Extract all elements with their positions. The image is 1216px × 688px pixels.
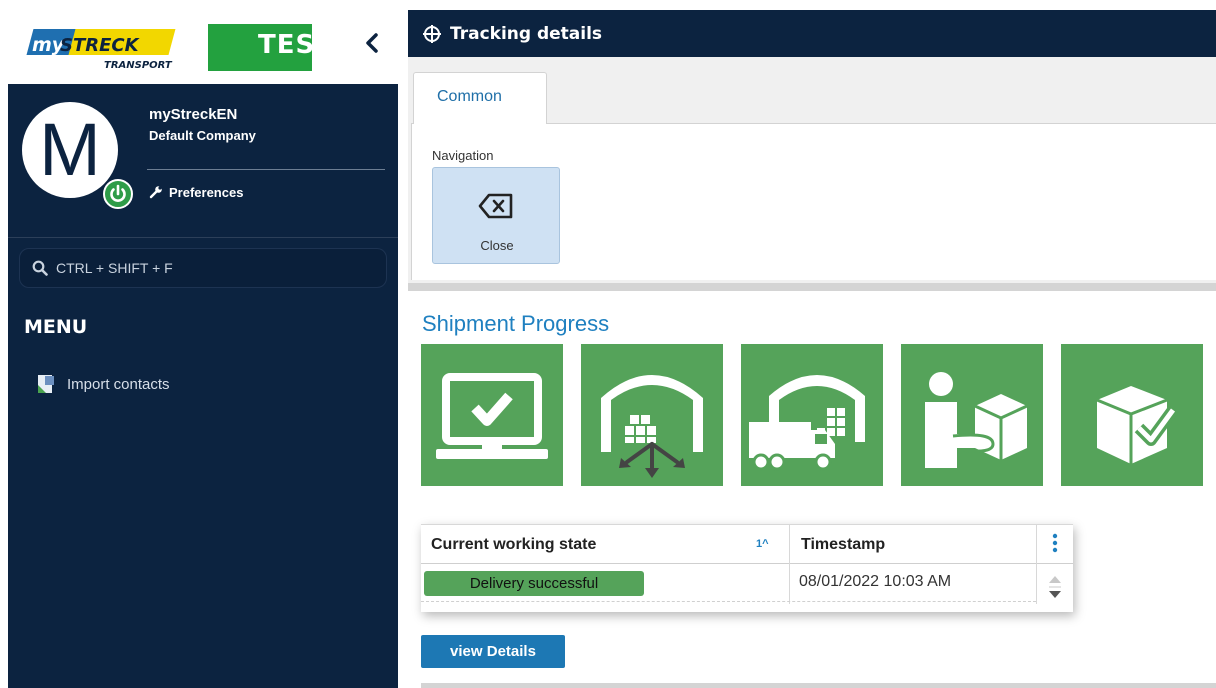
ribbon-panel: Navigation Close Common [408, 57, 1216, 286]
table-row[interactable]: Delivery successful 08/01/2022 10:03 AM [421, 564, 1036, 602]
user-name: myStreckEN [149, 106, 238, 123]
sidebar: my STRECK TRANSPORT TES M myStreckEN Def… [8, 10, 398, 688]
logo-transport-text: TRANSPORT [104, 60, 173, 71]
navigation-group-label: Navigation [432, 148, 494, 163]
working-state-table: Current working state 1^ Timestamp Deliv… [421, 524, 1073, 612]
sidebar-divider [8, 237, 398, 238]
menu-item-label: Import contacts [67, 375, 170, 393]
tab-common-label: Common [437, 88, 502, 105]
bottom-separator [421, 683, 1216, 688]
page-title: Tracking details [450, 23, 603, 44]
crosshair-icon [423, 24, 441, 43]
close-button[interactable]: Close [432, 167, 560, 264]
column-menu-button[interactable] [1037, 524, 1073, 564]
preferences-link[interactable]: Preferences [149, 182, 243, 202]
preferences-label: Preferences [169, 184, 244, 200]
view-details-button[interactable]: view Details [421, 635, 565, 668]
warehouse-outbound-icon [581, 344, 723, 486]
table-header: Current working state 1^ Timestamp [421, 524, 1073, 564]
avatar-letter: M [39, 108, 101, 191]
environment-badge-label: TES [258, 30, 312, 60]
logout-button[interactable] [103, 179, 133, 209]
logo-bar: my STRECK TRANSPORT TES [8, 10, 398, 84]
package-handover-icon [901, 344, 1043, 486]
tab-common[interactable]: Common [413, 72, 547, 124]
collapse-sidebar-button[interactable] [358, 28, 386, 58]
wrench-icon [149, 186, 162, 199]
menu-item-import-contacts[interactable]: Import contacts [35, 373, 170, 395]
shipment-progress-title: Shipment Progress [422, 311, 610, 336]
chevron-left-icon [366, 33, 378, 53]
search-icon [32, 260, 48, 276]
mystreck-logo[interactable]: my STRECK TRANSPORT [26, 27, 208, 75]
scroll-up-icon[interactable] [1049, 576, 1061, 583]
avatar[interactable]: M [22, 102, 118, 198]
shipment-progress-panel: Shipment Progress Current working state … [411, 291, 1216, 688]
power-icon [110, 184, 126, 202]
ribbon-body: Navigation Close [411, 123, 1216, 280]
order-confirmed-icon [421, 344, 563, 486]
import-contacts-icon [38, 375, 54, 393]
table-scrollbar[interactable] [1037, 566, 1073, 608]
logo-streck-text: STRECK [60, 35, 141, 56]
section-separator [408, 283, 1216, 291]
search-input[interactable] [56, 260, 356, 276]
sort-indicator[interactable]: 1^ [756, 538, 769, 550]
search-box[interactable] [19, 248, 387, 288]
page-header: Tracking details [408, 10, 1216, 57]
warehouse-truck-icon [741, 344, 883, 486]
package-delivered-icon [1061, 344, 1203, 486]
kebab-menu-icon [1052, 533, 1058, 553]
environment-badge: TES [208, 24, 312, 71]
column-header-timestamp[interactable]: Timestamp [801, 536, 885, 554]
status-badge: Delivery successful [424, 571, 644, 596]
column-header-current-working-state[interactable]: Current working state [431, 536, 596, 554]
backspace-icon [478, 193, 513, 219]
user-company: Default Company [149, 128, 256, 143]
menu-heading: MENU [24, 316, 88, 338]
timestamp-cell: 08/01/2022 10:03 AM [799, 573, 952, 590]
scroll-down-icon[interactable] [1049, 591, 1061, 598]
close-button-label: Close [480, 238, 514, 253]
user-divider [147, 169, 385, 170]
